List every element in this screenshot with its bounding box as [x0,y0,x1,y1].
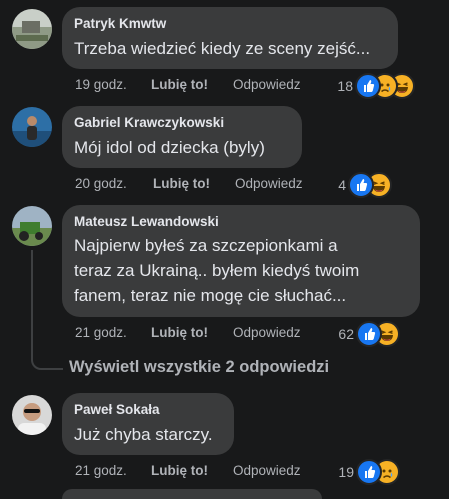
comment-time[interactable]: 21 godz. [75,323,127,343]
comment-actions: 20 godz. Lubię to! Odpowiedz [75,174,345,194]
like-icon [356,459,382,485]
comment-text-line: fanem, teraz nie mogę cie słuchać... [74,286,347,305]
comment-actions: 21 godz. Lubię to! Odpowiedz [75,323,345,343]
comment-bubble: Mateusz Lewandowski Najpierw byłeś za sz… [62,205,420,317]
like-button[interactable]: Lubię to! [153,174,210,194]
thread-line [31,250,63,370]
comment-author[interactable]: Mateusz Lewandowski [74,213,408,231]
comment-author[interactable]: Patryk Kmwtw [74,15,386,33]
reactions[interactable] [356,459,404,485]
comment-time[interactable]: 20 godz. [75,174,127,194]
comment-time[interactable]: 21 godz. [75,461,127,481]
like-icon [356,321,382,347]
comment-author[interactable]: Gabriel Krawczykowski [74,114,290,132]
comment-bubble: Gabriel Krawczykowski Mój idol od dzieck… [62,106,302,168]
comment-text: Mój idol od dziecka (byly) [74,138,265,157]
reaction-count[interactable]: 19 [326,462,354,482]
comment-text-line: teraz za Ukrainą.. byłem kiedyś twoim [74,261,360,280]
avatar[interactable] [12,206,52,246]
like-button[interactable]: Lubię to! [151,461,208,481]
comment-author[interactable]: Paweł Sokała [74,401,222,419]
reply-button[interactable]: Odpowiedz [233,323,301,343]
like-button[interactable]: Lubię to! [151,75,208,95]
like-icon [348,172,374,198]
comment-text: Trzeba wiedzieć kiedy ze sceny zejść... [74,39,371,58]
comment-bubble: Patryk Kmwtw Trzeba wiedzieć kiedy ze sc… [62,7,398,69]
comment-time[interactable]: 19 godz. [75,75,127,95]
reply-button[interactable]: Odpowiedz [233,75,301,95]
reaction-count[interactable]: 62 [326,324,354,344]
reaction-count[interactable]: 4 [320,175,346,195]
reply-button[interactable]: Odpowiedz [233,461,301,481]
view-replies-link[interactable]: Wyświetl wszystkie 2 odpowiedzi [69,358,329,377]
next-comment-bubble-partial [62,489,322,499]
comment-bubble: Paweł Sokała Już chyba starczy. [62,393,234,455]
comment-actions: 21 godz. Lubię to! Odpowiedz [75,461,345,481]
comment-text-line: Najpierw byłeś za szczepionkami a [74,236,338,255]
reactions[interactable] [348,172,396,198]
reactions[interactable] [355,73,421,99]
comment-actions: 19 godz. Lubię to! Odpowiedz [75,75,335,95]
avatar[interactable] [12,9,52,49]
like-icon [355,73,381,99]
like-button[interactable]: Lubię to! [151,323,208,343]
comment-text: Już chyba starczy. [74,425,213,444]
reactions[interactable] [356,321,404,347]
avatar[interactable] [12,107,52,147]
avatar[interactable] [12,395,52,435]
reaction-count[interactable]: 18 [330,76,353,96]
reply-button[interactable]: Odpowiedz [235,174,303,194]
